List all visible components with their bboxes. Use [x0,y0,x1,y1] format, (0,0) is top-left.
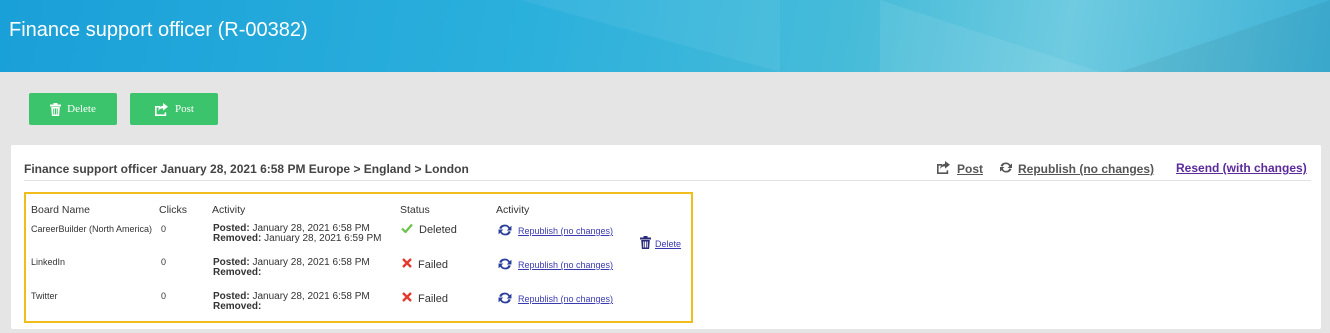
delete-button[interactable]: Delete [29,93,117,125]
removed-date: January 28, 2021 6:59 PM [261,233,382,244]
page-title: Finance support officer (R-00382) [9,19,308,41]
status-text: Failed [418,292,448,305]
republish-row-link[interactable]: Republish (no changes) [497,257,613,273]
republish-link-label: Republish (no changes) [1018,162,1155,176]
column-header-clicks: Clicks [159,204,187,216]
board-table: Board Name Clicks Activity Status Activi… [24,192,693,323]
republish-row-label: Republish (no changes) [518,260,614,270]
posted-date: January 28, 2021 6:58 PM [249,291,370,302]
board-name: Twitter [31,291,58,301]
refresh-icon [497,257,513,273]
trash-icon [50,102,62,116]
removed-label: Removed: [213,267,262,278]
posting-title: Finance support officer January 28, 2021… [24,162,469,176]
clicks-count: 0 [161,224,167,234]
posted-date: January 28, 2021 6:58 PM [249,257,370,268]
status-text: Deleted [419,223,457,236]
status-badge: Deleted [401,223,457,236]
column-header-activity-2: Activity [496,204,530,216]
column-header-activity: Activity [212,204,246,216]
clicks-count: 0 [161,291,167,301]
share-icon [936,161,951,177]
page-header: Finance support officer (R-00382) [0,0,1330,72]
post-link-label: Post [957,162,984,176]
x-icon [402,258,412,271]
share-icon [154,102,169,116]
header-decoration [1120,0,1330,72]
column-header-status: Status [400,204,430,216]
status-text: Failed [418,258,448,271]
resend-link[interactable]: Resend (with changes) [1176,161,1307,175]
republish-row-label: Republish (no changes) [518,294,614,304]
post-button[interactable]: Post [130,93,218,125]
republish-row-label: Republish (no changes) [518,226,614,236]
trash-icon [640,236,651,251]
refresh-icon [999,161,1013,177]
board-name: CareerBuilder (North America) [31,224,153,234]
post-button-label: Post [175,103,194,115]
check-icon [401,223,413,236]
republish-row-link[interactable]: Republish (no changes) [497,291,613,307]
activity-dates: Posted: January 28, 2021 6:58 PM Removed… [213,258,370,278]
clicks-count: 0 [161,257,167,267]
board-name: LinkedIn [31,257,66,267]
header-decoration [520,0,780,72]
refresh-icon [497,291,513,307]
divider [24,180,1311,181]
delete-button-label: Delete [67,103,96,115]
removed-label: Removed: [213,301,262,312]
activity-dates: Posted: January 28, 2021 6:58 PM Removed… [213,224,381,244]
removed-label: Removed: [213,233,262,244]
header-decoration [880,0,1100,72]
delete-row-link[interactable]: Delete [640,236,681,251]
status-badge: Failed [402,258,448,271]
x-icon [402,292,412,305]
delete-row-label: Delete [655,238,682,249]
republish-row-link[interactable]: Republish (no changes) [497,223,613,239]
status-badge: Failed [402,292,448,305]
activity-dates: Posted: January 28, 2021 6:58 PM Removed… [213,292,370,312]
posting-panel: Finance support officer January 28, 2021… [11,145,1321,329]
column-header-board: Board Name [31,204,90,216]
post-link[interactable]: Post [936,161,983,177]
refresh-icon [497,223,513,239]
republish-link[interactable]: Republish (no changes) [999,161,1154,177]
